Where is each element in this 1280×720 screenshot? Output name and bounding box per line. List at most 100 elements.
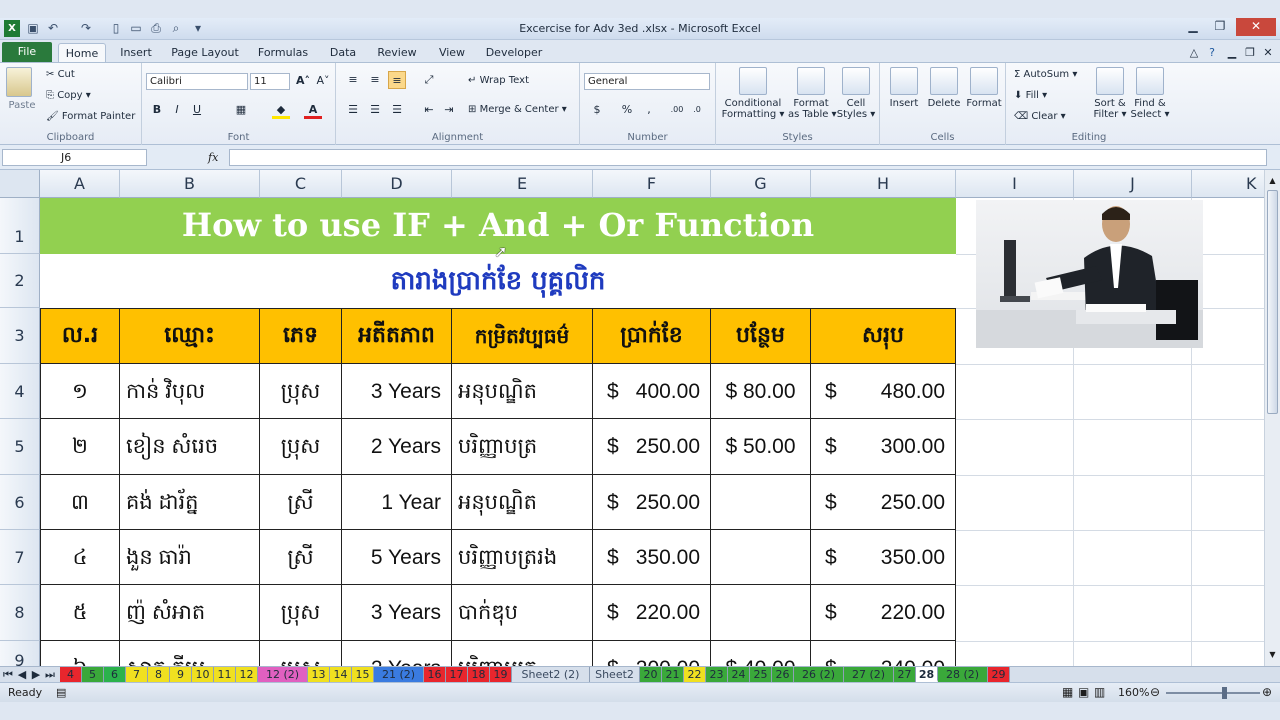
page-break-view-icon[interactable]: ▥ bbox=[1094, 685, 1105, 699]
sheet-tab[interactable]: 16 bbox=[424, 667, 446, 682]
column-header-b[interactable]: B bbox=[120, 170, 260, 198]
open-file-icon[interactable]: ▭ bbox=[128, 20, 144, 37]
column-header-j[interactable]: J bbox=[1074, 170, 1192, 198]
cell-bonus[interactable]: $ 40.00 bbox=[711, 641, 811, 666]
insert-cells-button[interactable]: Insert bbox=[884, 67, 924, 109]
tab-formulas[interactable]: Formulas bbox=[252, 43, 314, 63]
tab-view[interactable]: View bbox=[432, 43, 472, 63]
cell-salary[interactable]: $400.00 bbox=[593, 364, 711, 419]
font-size-select[interactable]: 11 bbox=[250, 73, 290, 90]
header-salary[interactable]: ប្រាក់ខែ bbox=[593, 308, 711, 364]
cell-no[interactable]: ៣ bbox=[40, 475, 120, 530]
column-header-d[interactable]: D bbox=[342, 170, 452, 198]
conditional-formatting-button[interactable]: Conditional Formatting ▾ bbox=[720, 67, 786, 120]
sheet-tab[interactable]: 19 bbox=[490, 667, 512, 682]
businessman-picture[interactable] bbox=[976, 200, 1203, 348]
comma-icon[interactable]: , bbox=[640, 101, 658, 119]
align-left-icon[interactable]: ☰ bbox=[344, 101, 362, 119]
zoom-level[interactable]: 160% bbox=[1118, 686, 1149, 699]
page-layout-view-icon[interactable]: ▣ bbox=[1078, 685, 1089, 699]
sheet-tab[interactable]: 10 bbox=[192, 667, 214, 682]
cell-no[interactable]: ១ bbox=[40, 364, 120, 419]
cell-styles-button[interactable]: Cell Styles ▾ bbox=[836, 67, 876, 120]
cell-name[interactable]: ញ៉ សំអាត bbox=[120, 585, 260, 641]
macro-record-icon[interactable]: ▤ bbox=[56, 686, 66, 699]
cell-salary[interactable]: $350.00 bbox=[593, 530, 711, 585]
sheet-tab[interactable]: 21 (2) bbox=[374, 667, 424, 682]
align-top-icon[interactable]: ≡ bbox=[344, 71, 362, 89]
cell-experience[interactable]: 1 Year bbox=[342, 475, 452, 530]
delete-cells-button[interactable]: Delete bbox=[924, 67, 964, 109]
header-no[interactable]: ល.រ bbox=[40, 308, 120, 364]
borders-icon[interactable]: ▦ bbox=[232, 101, 250, 119]
sheet-tab[interactable]: 26 bbox=[772, 667, 794, 682]
sheet-tab[interactable]: 29 bbox=[988, 667, 1010, 682]
cell-salary[interactable]: $220.00 bbox=[593, 585, 711, 641]
sheet-tab[interactable]: 11 bbox=[214, 667, 236, 682]
minimize-button[interactable]: ▁ bbox=[1180, 18, 1206, 36]
sheet-tab[interactable]: 12 (2) bbox=[258, 667, 308, 682]
cell-experience[interactable]: 5 Years bbox=[342, 530, 452, 585]
redo-icon[interactable]: ↷ bbox=[78, 20, 94, 37]
header-sex[interactable]: ភេទ bbox=[260, 308, 342, 364]
increase-indent-icon[interactable]: ⇥ bbox=[440, 101, 458, 119]
cut-button[interactable]: ✂ Cut bbox=[46, 69, 75, 80]
print-preview-icon[interactable]: ⌕ bbox=[168, 20, 184, 37]
tab-page-layout[interactable]: Page Layout bbox=[166, 43, 244, 63]
column-header-c[interactable]: C bbox=[260, 170, 342, 198]
cell-name[interactable]: គង់ ដារ័ត្ន bbox=[120, 475, 260, 530]
clear-button[interactable]: ⌫ Clear ▾ bbox=[1014, 111, 1066, 122]
header-total[interactable]: សរុប bbox=[811, 308, 956, 364]
cell-sex[interactable]: ប្រុស bbox=[260, 585, 342, 641]
row-header-9[interactable]: 9 bbox=[0, 641, 40, 666]
cell-total[interactable]: $250.00 bbox=[811, 475, 956, 530]
cell-no[interactable]: ៦ bbox=[40, 641, 120, 666]
cell-education[interactable]: អនុបណ្ឌិត bbox=[452, 475, 593, 530]
currency-icon[interactable]: $ bbox=[588, 101, 606, 119]
normal-view-icon[interactable]: ▦ bbox=[1062, 685, 1073, 699]
column-header-k[interactable]: K bbox=[1192, 170, 1264, 198]
header-bonus[interactable]: បន្ថែម bbox=[711, 308, 811, 364]
format-painter-button[interactable]: 🖌 Format Painter bbox=[46, 111, 135, 122]
percent-icon[interactable]: % bbox=[618, 101, 636, 119]
sheet-tab[interactable]: 24 bbox=[728, 667, 750, 682]
format-as-table-button[interactable]: Format as Table ▾ bbox=[788, 67, 837, 120]
shrink-font-icon[interactable]: A˅ bbox=[314, 72, 332, 90]
scroll-down-icon[interactable]: ▼ bbox=[1267, 650, 1278, 661]
sheet-tab[interactable]: 15 bbox=[352, 667, 374, 682]
cell-no[interactable]: ៤ bbox=[40, 530, 120, 585]
cell-bonus[interactable] bbox=[711, 585, 811, 641]
tab-review[interactable]: Review bbox=[374, 43, 420, 63]
sheet-tab[interactable]: 8 bbox=[148, 667, 170, 682]
cell-sex[interactable]: ស្រី bbox=[260, 475, 342, 530]
sheet-tab[interactable]: 6 bbox=[104, 667, 126, 682]
new-file-icon[interactable]: ▯ bbox=[108, 20, 124, 37]
cell-sex[interactable]: ស្រី bbox=[260, 530, 342, 585]
bold-button[interactable]: B bbox=[148, 101, 166, 119]
save-icon[interactable]: ▣ bbox=[25, 20, 41, 37]
align-bottom-icon[interactable]: ≡ bbox=[388, 71, 406, 89]
print-icon[interactable]: ⎙ bbox=[148, 20, 164, 37]
cell-name[interactable]: ងួន ធារ៉ា bbox=[120, 530, 260, 585]
cell-sex[interactable]: ប្រុស bbox=[260, 641, 342, 666]
decrease-decimal-icon[interactable]: .0 bbox=[688, 101, 706, 119]
cell-experience[interactable]: 2 Years bbox=[342, 419, 452, 475]
merge-center-button[interactable]: ⊞ Merge & Center ▾ bbox=[468, 104, 567, 115]
row-header-4[interactable]: 4 bbox=[0, 364, 40, 419]
number-format-select[interactable]: General bbox=[584, 73, 710, 90]
sheet-tab[interactable]: 14 bbox=[330, 667, 352, 682]
grow-font-icon[interactable]: A˄ bbox=[294, 72, 312, 90]
zoom-slider[interactable] bbox=[1166, 692, 1260, 694]
cell-bonus[interactable]: $ 80.00 bbox=[711, 364, 811, 419]
zoom-slider-thumb[interactable] bbox=[1222, 687, 1227, 699]
cell-education[interactable]: បរិញ្ញាបត្ររង bbox=[452, 530, 593, 585]
increase-decimal-icon[interactable]: .00 bbox=[668, 101, 686, 119]
row-header-5[interactable]: 5 bbox=[0, 419, 40, 475]
cell-total[interactable]: $480.00 bbox=[811, 364, 956, 419]
wrap-text-button[interactable]: ↵ Wrap Text bbox=[468, 75, 529, 86]
cell-education[interactable]: បរិញ្ញាបត្រ bbox=[452, 641, 593, 666]
tab-developer[interactable]: Developer bbox=[484, 43, 544, 63]
cell-bonus[interactable] bbox=[711, 530, 811, 585]
formula-input[interactable] bbox=[229, 149, 1267, 166]
decrease-indent-icon[interactable]: ⇤ bbox=[420, 101, 438, 119]
